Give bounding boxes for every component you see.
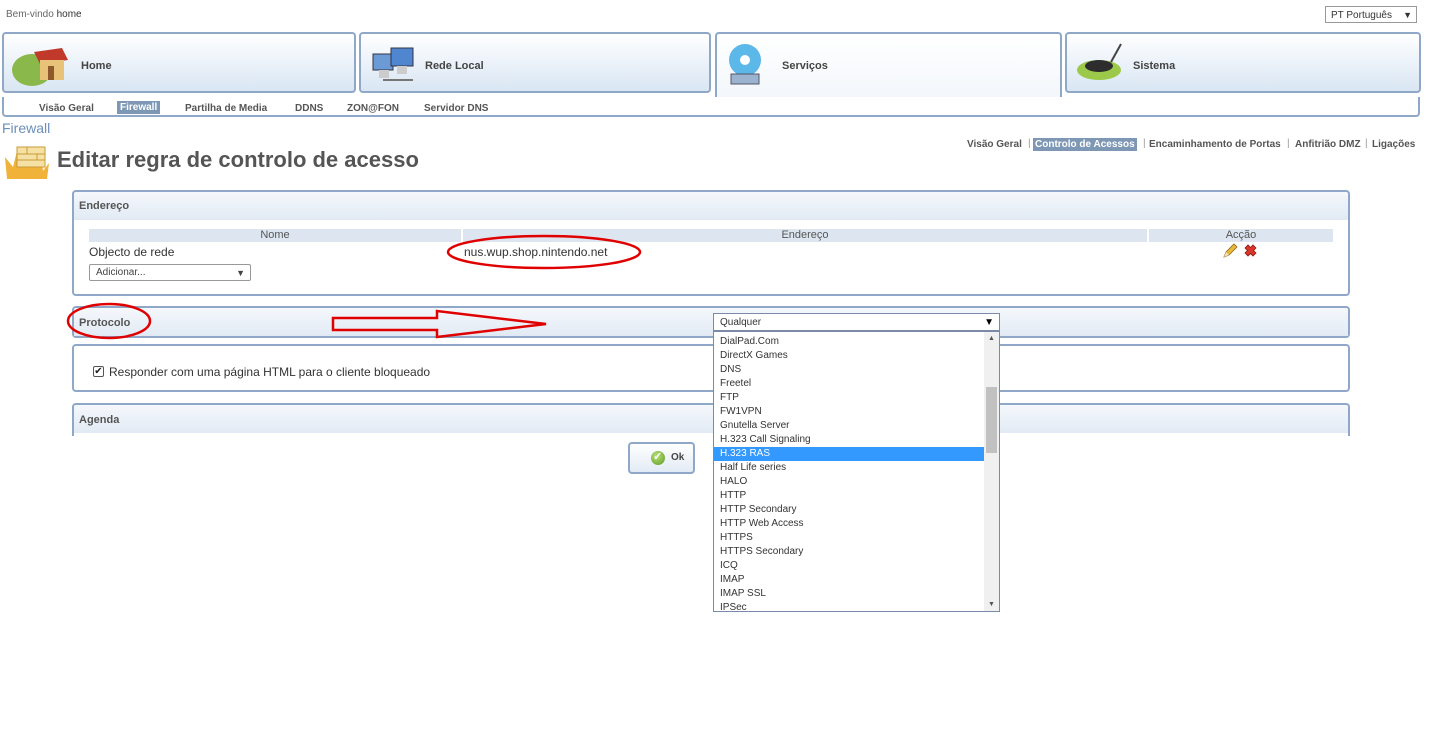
services-disc-icon bbox=[729, 44, 761, 85]
chevron-down-icon: ▼ bbox=[236, 268, 245, 278]
protocol-option[interactable]: Freetel bbox=[714, 377, 984, 391]
link-anfitriao-dmz[interactable]: Anfitrião DMZ bbox=[1295, 139, 1361, 150]
protocol-option[interactable]: Gnutella Server bbox=[714, 419, 984, 433]
column-header-endereco: Endereço bbox=[463, 229, 1147, 242]
network-computers-icon bbox=[372, 47, 414, 81]
row-name: Objecto de rede bbox=[89, 245, 175, 259]
link-visao-geral[interactable]: Visão Geral bbox=[967, 139, 1022, 150]
link-separator: | bbox=[1143, 138, 1146, 149]
column-header-nome: Nome bbox=[89, 229, 461, 242]
tab-servicos-label: Serviços bbox=[782, 60, 828, 72]
subnav-firewall[interactable]: Firewall bbox=[117, 101, 161, 114]
tab-rede-local-label: Rede Local bbox=[425, 60, 484, 72]
row-address: nus.wup.shop.nintendo.net bbox=[464, 245, 608, 259]
protocol-panel-title: Protocolo bbox=[79, 317, 131, 329]
address-panel-title: Endereço bbox=[79, 200, 130, 212]
protocol-option[interactable]: IMAP SSL bbox=[714, 587, 984, 601]
protocol-option[interactable]: FTP bbox=[714, 391, 984, 405]
router-icon bbox=[1077, 43, 1122, 80]
ok-button[interactable]: Ok bbox=[628, 442, 695, 474]
tab-home[interactable]: Home bbox=[2, 32, 356, 93]
welcome-user: home bbox=[56, 9, 82, 20]
link-separator: | bbox=[1365, 138, 1368, 149]
protocol-option[interactable]: Half Life series bbox=[714, 461, 984, 475]
tab-sistema[interactable]: Sistema bbox=[1065, 32, 1421, 93]
address-panel: Endereço bbox=[72, 190, 1350, 296]
subnav-servidor-dns[interactable]: Servidor DNS bbox=[424, 103, 488, 114]
link-separator: | bbox=[1028, 138, 1031, 149]
breadcrumb[interactable]: Firewall bbox=[2, 120, 50, 136]
protocol-option[interactable]: DialPad.Com bbox=[714, 335, 984, 349]
protocol-select-value: Qualquer bbox=[720, 317, 762, 328]
scroll-thumb[interactable] bbox=[986, 387, 997, 453]
subnav-zonfon[interactable]: ZON@FON bbox=[347, 103, 399, 114]
add-network-object-select[interactable]: Adicionar... ▼ bbox=[89, 264, 251, 281]
firewall-icon bbox=[5, 146, 49, 179]
block-html-checkbox[interactable]: ✔ bbox=[93, 366, 104, 377]
protocol-option[interactable]: FW1VPN bbox=[714, 405, 984, 419]
protocol-option-highlighted[interactable]: H.323 RAS bbox=[714, 447, 984, 461]
protocol-option[interactable]: HTTP bbox=[714, 489, 984, 503]
add-select-value: Adicionar... bbox=[96, 267, 146, 278]
language-select[interactable]: PT Português ▼ bbox=[1325, 6, 1417, 23]
link-encaminhamento-de-portas[interactable]: Encaminhamento de Portas bbox=[1149, 139, 1281, 150]
protocol-option[interactable]: H.323 Call Signaling bbox=[714, 433, 984, 447]
tab-servicos[interactable]: Serviços bbox=[715, 32, 1062, 98]
protocol-panel: Protocolo bbox=[72, 306, 1350, 338]
language-value: PT Português bbox=[1331, 10, 1392, 21]
schedule-panel-title: Agenda bbox=[79, 414, 120, 426]
column-header-accao: Acção bbox=[1149, 229, 1333, 242]
protocol-option[interactable]: IPSec bbox=[714, 601, 984, 611]
block-html-label: Responder com uma página HTML para o cli… bbox=[109, 365, 431, 379]
protocol-option[interactable]: DirectX Games bbox=[714, 349, 984, 363]
link-ligacoes[interactable]: Ligações bbox=[1372, 139, 1415, 150]
link-separator: | bbox=[1287, 138, 1290, 149]
protocol-option[interactable]: DNS bbox=[714, 363, 984, 377]
protocol-list-scrollbar[interactable]: ▲ ▼ bbox=[984, 332, 999, 611]
protocol-panel-header: Protocolo bbox=[74, 308, 1348, 336]
protocol-option[interactable]: IMAP bbox=[714, 573, 984, 587]
tab-sistema-label: Sistema bbox=[1133, 60, 1176, 72]
protocol-option[interactable]: HTTPS Secondary bbox=[714, 545, 984, 559]
schedule-panel-header: Agenda bbox=[74, 405, 1348, 433]
chevron-down-icon: ▼ bbox=[984, 317, 994, 328]
schedule-panel[interactable]: Agenda bbox=[72, 403, 1350, 436]
scroll-down-arrow-icon[interactable]: ▼ bbox=[984, 598, 999, 611]
subnav-partilha-de-media[interactable]: Partilha de Media bbox=[185, 103, 267, 114]
checkmark-icon bbox=[651, 450, 665, 465]
subnav-ddns[interactable]: DDNS bbox=[295, 103, 323, 114]
protocol-option[interactable]: HTTP Web Access bbox=[714, 517, 984, 531]
house-icon bbox=[12, 48, 68, 86]
protocol-option[interactable]: HTTPS bbox=[714, 531, 984, 545]
link-controlo-de-acessos[interactable]: Controlo de Acessos bbox=[1033, 138, 1137, 151]
protocol-options-list[interactable]: DialPad.Com DirectX Games DNS Freetel FT… bbox=[713, 331, 1000, 612]
subnav-visao-geral[interactable]: Visão Geral bbox=[39, 103, 94, 114]
welcome-text: Bem-vindo home bbox=[6, 9, 82, 20]
tab-home-label: Home bbox=[81, 60, 112, 72]
protocol-option[interactable]: HALO bbox=[714, 475, 984, 489]
chevron-down-icon: ▼ bbox=[1403, 10, 1412, 20]
scroll-up-arrow-icon[interactable]: ▲ bbox=[984, 332, 999, 345]
edit-pencil-icon[interactable] bbox=[1222, 243, 1238, 259]
delete-x-icon[interactable] bbox=[1242, 243, 1259, 260]
page-title: Editar regra de controlo de acesso bbox=[57, 147, 419, 172]
protocol-select[interactable]: Qualquer ▼ bbox=[713, 313, 1000, 331]
ok-button-label: Ok bbox=[671, 452, 685, 463]
tab-rede-local[interactable]: Rede Local bbox=[359, 32, 711, 93]
address-panel-header: Endereço bbox=[74, 192, 1348, 220]
protocol-option[interactable]: HTTP Secondary bbox=[714, 503, 984, 517]
protocol-option[interactable]: ICQ bbox=[714, 559, 984, 573]
